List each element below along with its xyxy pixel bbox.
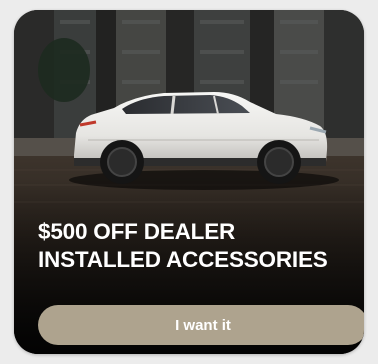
suv-hero-image xyxy=(14,10,364,354)
promo-headline: $500 OFF DEALER INSTALLED ACCESSORIES xyxy=(38,218,348,274)
promo-card[interactable]: $500 OFF DEALER INSTALLED ACCESSORIES I … xyxy=(14,10,364,354)
promo-headline-line-1: $500 OFF DEALER xyxy=(38,219,236,244)
promo-headline-line-2: INSTALLED ACCESSORIES xyxy=(38,247,328,272)
i-want-it-button[interactable]: I want it xyxy=(38,305,364,345)
page-frame: $500 OFF DEALER INSTALLED ACCESSORIES I … xyxy=(0,0,378,364)
